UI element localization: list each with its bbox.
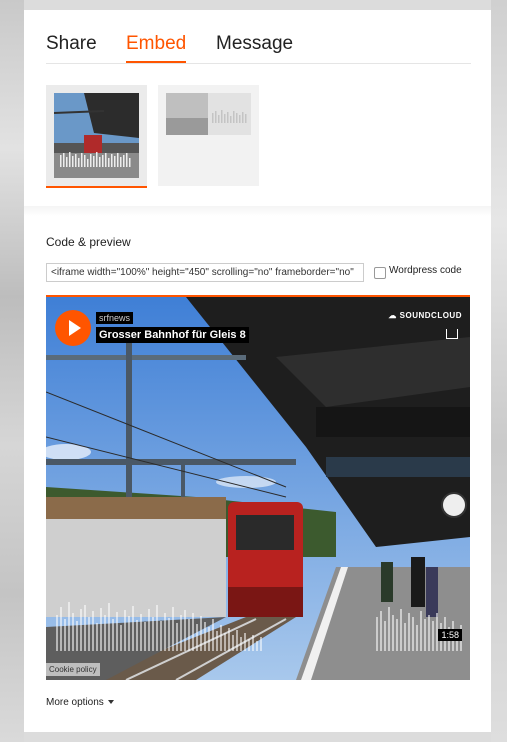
embed-style-visual[interactable]: [46, 85, 147, 188]
share-icon[interactable]: [446, 329, 458, 339]
background-left: [0, 0, 24, 742]
background-right: [491, 0, 507, 742]
caret-down-icon: [107, 700, 114, 705]
soundcloud-logo[interactable]: ☁ SOUNDCLOUD: [388, 311, 462, 320]
tab-embed[interactable]: Embed: [126, 33, 187, 63]
tab-bar: Share Embed Message: [46, 33, 471, 64]
section-title: Code & preview: [46, 235, 131, 249]
embed-code-field[interactable]: <iframe width="100%" height="450" scroll…: [46, 263, 364, 282]
tab-message[interactable]: Message: [216, 33, 293, 61]
cookie-policy-link[interactable]: Cookie policy: [46, 663, 100, 676]
section-divider: [24, 206, 491, 216]
wordpress-checkbox[interactable]: [374, 267, 386, 279]
embed-style-compact[interactable]: [158, 85, 259, 186]
visual-player-thumbnail: [54, 93, 139, 178]
tab-share[interactable]: Share: [46, 33, 97, 61]
station-artwork: [46, 297, 470, 680]
embed-preview-player: srfnews Grosser Bahnhof für Gleis 8 ☁ SO…: [46, 295, 470, 680]
track-title[interactable]: Grosser Bahnhof für Gleis 8: [96, 327, 249, 343]
artist-name[interactable]: srfnews: [96, 312, 134, 324]
wordpress-label: Wordpress code: [389, 265, 462, 276]
compact-player-thumbnail: [166, 93, 251, 178]
more-options-toggle[interactable]: More options: [46, 697, 114, 708]
cloud-icon: ☁: [388, 311, 400, 320]
share-modal: Share Embed Message Code & preview <ifra…: [24, 10, 491, 732]
more-options-label: More options: [46, 697, 104, 708]
play-button[interactable]: [55, 310, 91, 346]
soundcloud-brand: SOUNDCLOUD: [399, 311, 462, 320]
track-duration: 1:58: [438, 629, 462, 641]
